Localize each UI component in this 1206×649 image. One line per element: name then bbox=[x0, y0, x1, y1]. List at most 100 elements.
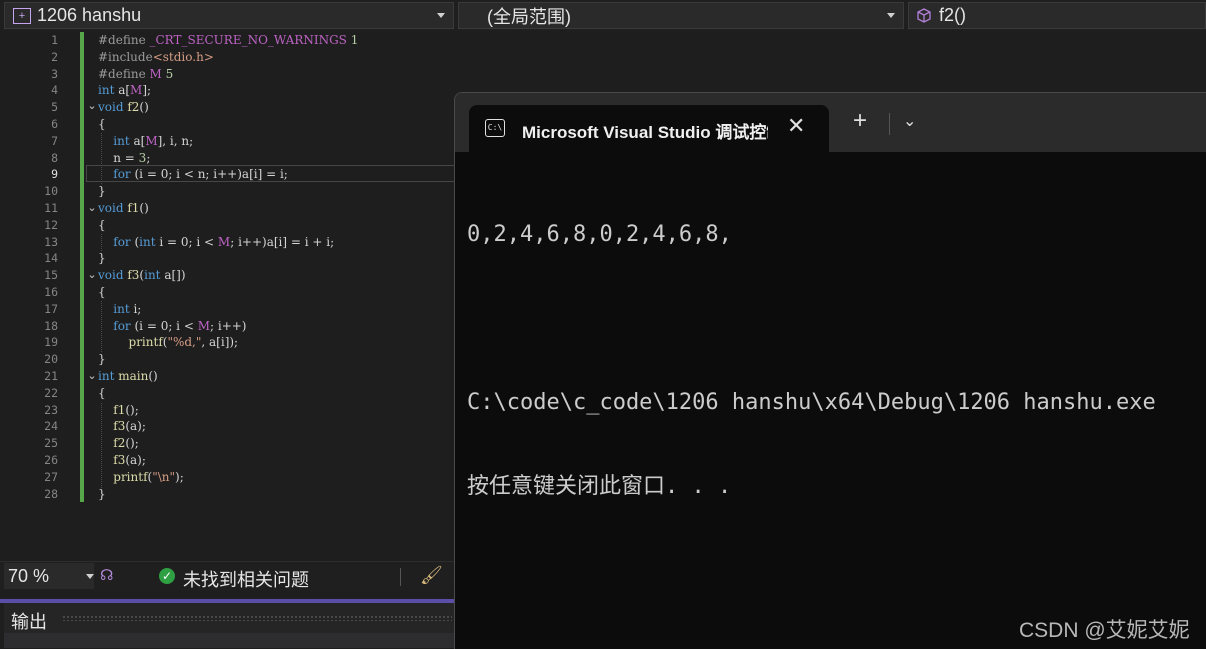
fold-chevron-icon[interactable]: ⌄ bbox=[86, 267, 98, 284]
line-number: 16 bbox=[44, 285, 58, 299]
code-line[interactable]: printf("\n"); bbox=[98, 469, 184, 486]
issues-status[interactable]: 未找到相关问题 bbox=[183, 566, 309, 592]
code-editor[interactable]: 1 2 3 4 5 6 7 8 9 10 11 12 13 14 15 16 17 18 19 20 21 22 23 24 2… bbox=[0, 31, 456, 561]
console-tab[interactable]: C:\ Microsoft Visual Studio 调试控制台 ✕ bbox=[469, 105, 829, 152]
member-dropdown[interactable]: f2() bbox=[908, 2, 1206, 29]
code-line[interactable]: { bbox=[98, 385, 106, 402]
indent-guide bbox=[101, 234, 102, 251]
code-line[interactable]: #define M 5 bbox=[98, 66, 173, 83]
code-line[interactable]: int a[M]; bbox=[98, 82, 151, 99]
code-line[interactable]: } bbox=[98, 351, 106, 368]
code-token: ); bbox=[175, 469, 184, 484]
code-line[interactable]: f1(); bbox=[98, 402, 139, 419]
code-token: 1 bbox=[350, 33, 359, 47]
code-line[interactable]: f3(a); bbox=[98, 418, 146, 435]
code-line[interactable]: for (i = 0; i < n; i++)a[i] = i; bbox=[98, 166, 288, 183]
code-line[interactable]: { bbox=[98, 217, 106, 234]
code-token: } bbox=[98, 251, 106, 266]
line-number: 15 bbox=[44, 268, 58, 283]
code-token: (a); bbox=[125, 453, 146, 467]
code-token: i; bbox=[133, 301, 142, 316]
exe-path-line: C:\code\c_code\1206 hanshu\x64\Debug\120… bbox=[467, 390, 1156, 415]
code-line[interactable]: for (int i = 0; i < M; i++)a[i] = i + i; bbox=[98, 234, 334, 251]
line-number: 13 bbox=[44, 234, 58, 249]
code-line[interactable]: printf("%d,", a[i]); bbox=[98, 334, 239, 351]
code-token: { bbox=[98, 217, 106, 232]
line-number: 21 bbox=[44, 369, 58, 383]
code-token: #define bbox=[98, 66, 150, 81]
zoom-dropdown[interactable]: 70 % bbox=[4, 563, 94, 589]
code-token: { bbox=[98, 285, 106, 299]
fold-chevron-icon[interactable]: ⌄ bbox=[86, 200, 98, 217]
code-token: f1 bbox=[98, 402, 126, 417]
code-line[interactable]: int a[M], i, n; bbox=[98, 133, 193, 150]
code-line[interactable]: { bbox=[98, 284, 106, 301]
code-token: int bbox=[98, 83, 119, 98]
project-name: 1206 hanshu bbox=[37, 5, 142, 25]
code-token: printf bbox=[98, 335, 163, 350]
line-number: 6 bbox=[51, 117, 58, 131]
code-token: i = 0; i < bbox=[159, 234, 218, 249]
code-token: M bbox=[217, 234, 231, 249]
code-line[interactable]: int main() bbox=[98, 368, 158, 385]
line-number: 22 bbox=[44, 385, 58, 400]
code-line[interactable]: { bbox=[98, 116, 106, 133]
code-line[interactable]: void f1() bbox=[98, 200, 149, 217]
chevron-down-icon[interactable]: ⌄ bbox=[903, 111, 916, 131]
code-line[interactable]: } bbox=[98, 250, 106, 267]
indent-guide bbox=[101, 133, 102, 184]
code-token: { bbox=[98, 117, 106, 131]
code-token: int bbox=[144, 268, 165, 283]
terminal-icon: C:\ bbox=[485, 119, 505, 137]
divider bbox=[889, 113, 890, 135]
member-label: f2() bbox=[939, 5, 966, 25]
code-token: M bbox=[197, 318, 210, 333]
code-token: f2 bbox=[127, 100, 140, 115]
code-line[interactable]: for (i = 0; i < M; i++) bbox=[98, 318, 246, 335]
line-number: 10 bbox=[44, 184, 58, 199]
code-token: (i = 0; i < n; i++)a[i] = i; bbox=[134, 167, 288, 182]
line-number: 9 bbox=[51, 167, 58, 182]
project-icon: + bbox=[13, 7, 31, 24]
line-number: 7 bbox=[51, 133, 58, 148]
code-line[interactable]: } bbox=[98, 486, 106, 503]
code-token: (); bbox=[125, 436, 139, 451]
code-line[interactable]: #include<stdio.h> bbox=[98, 49, 214, 66]
project-dropdown[interactable]: + 1206 hanshu bbox=[4, 2, 454, 29]
close-icon[interactable]: ✕ bbox=[787, 113, 805, 139]
code-line[interactable]: f2(); bbox=[98, 435, 139, 452]
fold-chevron-icon[interactable]: ⌄ bbox=[86, 98, 98, 115]
chevron-down-icon bbox=[887, 13, 895, 18]
code-token: for bbox=[98, 167, 135, 182]
code-token: { bbox=[98, 385, 106, 400]
scope-dropdown[interactable]: (全局范围) bbox=[458, 2, 904, 29]
code-token: for bbox=[98, 318, 135, 333]
console-output[interactable]: 0,2,4,6,8,0,2,4,6,8, C:\code\c_code\1206… bbox=[467, 165, 1156, 557]
code-token: ]; bbox=[142, 83, 152, 98]
line-number: 5 bbox=[51, 100, 58, 115]
new-tab-plus-icon[interactable]: + bbox=[853, 109, 867, 133]
code-token: #include bbox=[98, 49, 153, 64]
code-token: void bbox=[98, 100, 128, 115]
output-panel-title[interactable]: 输出 bbox=[11, 608, 47, 634]
zoom-value: 70 % bbox=[8, 566, 50, 586]
line-number: 11 bbox=[44, 201, 58, 215]
chevron-down-icon bbox=[86, 574, 94, 579]
fold-chevron-icon[interactable]: ⌄ bbox=[86, 368, 98, 385]
code-line[interactable]: } bbox=[98, 183, 106, 200]
code-line[interactable]: void f3(int a[]) bbox=[98, 267, 186, 284]
chevron-down-icon bbox=[437, 13, 445, 18]
cleanup-brush-icon[interactable]: 🖌 bbox=[420, 565, 443, 586]
intellicode-icon[interactable]: ☊ bbox=[100, 566, 113, 584]
code-token: for bbox=[98, 234, 135, 249]
code-token: f2 bbox=[98, 436, 126, 451]
program-output-line: 0,2,4,6,8,0,2,4,6,8, bbox=[467, 222, 732, 247]
code-token: a[ bbox=[118, 83, 131, 98]
code-line[interactable]: int i; bbox=[98, 301, 141, 318]
panel-grip[interactable] bbox=[62, 615, 452, 621]
code-line[interactable]: n = 3; bbox=[98, 150, 150, 167]
code-line[interactable]: f3(a); bbox=[98, 452, 146, 469]
code-line[interactable]: void f2() bbox=[98, 99, 149, 116]
line-number: 17 bbox=[44, 301, 58, 316]
code-line[interactable]: #define _CRT_SECURE_NO_WARNINGS 1 bbox=[98, 32, 358, 49]
